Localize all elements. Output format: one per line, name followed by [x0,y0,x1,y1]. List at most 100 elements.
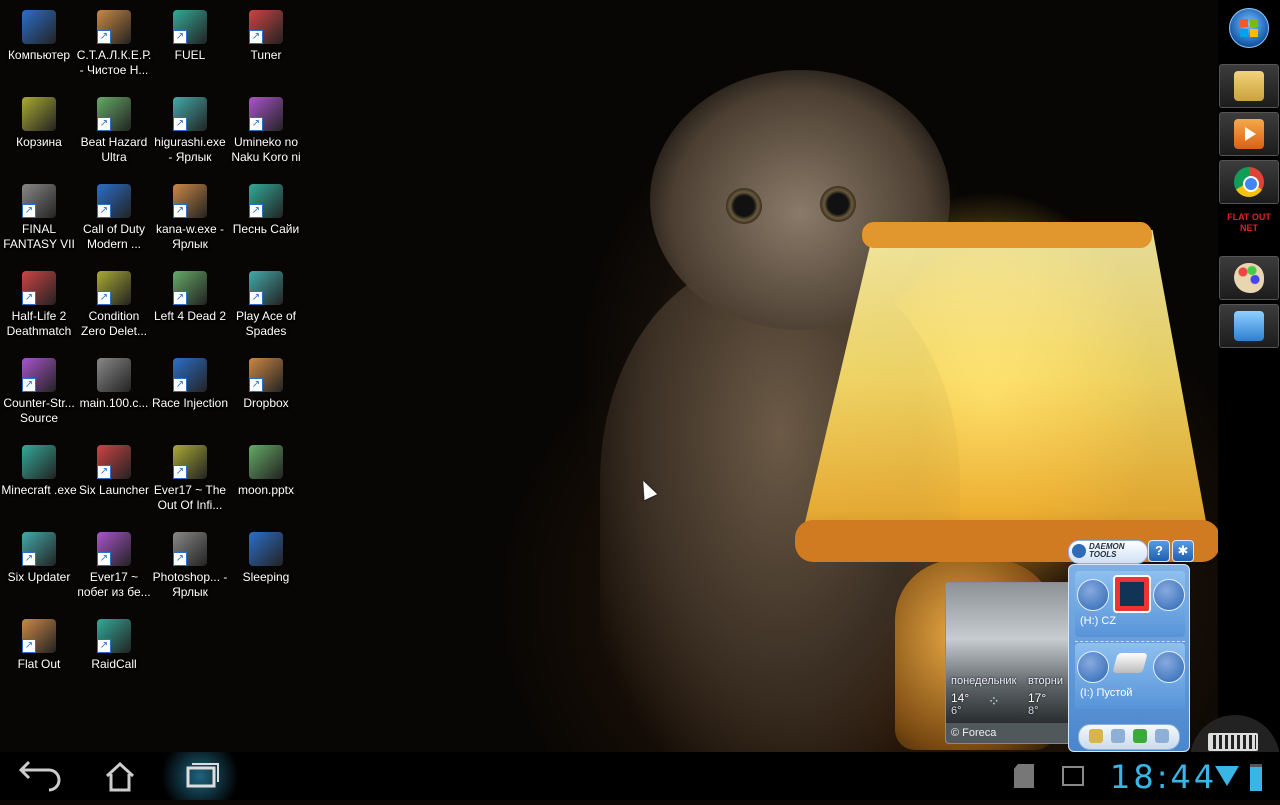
desktop-icon-label: Race Injection [151,396,229,410]
daemon-header: DAEMON TOOLS ? ✱ [1066,538,1194,564]
shortcut-arrow-icon: ↗ [97,30,111,44]
desktop-icon[interactable]: ↗ FINAL FANTASY VII [0,178,78,252]
desktop-icon[interactable]: ↗ Ever17 ~ побег из бе... [75,526,153,600]
sidebar-item-chrome[interactable] [1219,160,1279,204]
desktop-icon[interactable]: moon.pptx [227,439,305,498]
desktop-icon[interactable]: ↗ Six Updater [0,526,78,585]
desktop-icon[interactable]: ↗ Six Launcher [75,439,153,498]
call-of-duty-icon: ↗ [97,184,131,218]
counter-strike-icon: ↗ [22,358,56,392]
help-button[interactable]: ? [1148,540,1170,562]
desktop-icon[interactable]: ↗ Tuner [227,4,305,63]
rain-icon: ⁘ [988,693,1000,709]
sidebar-item-flatout[interactable]: FLAT OUT NET [1226,210,1272,246]
image-catalog-icon[interactable] [1111,729,1125,743]
shortcut-arrow-icon: ↗ [97,552,111,566]
lock-icon[interactable] [1089,729,1103,743]
desktop-icon[interactable]: ↗ Counter-Str... Source [0,352,78,426]
desktop-icon[interactable]: ↗ Umineko no Naku Koro ni [227,91,305,165]
desktop-icon[interactable]: ↗ Half-Life 2 Deathmatch [0,265,78,339]
desktop-icon-label: Ever17 ~ The Out Of Infi... [153,483,227,512]
desktop-icon[interactable]: ↗ Песнь Сайи [227,178,305,237]
tuner-icon: ↗ [249,10,283,44]
shortcut-arrow-icon: ↗ [249,204,263,218]
settings-sparkle-icon[interactable]: ✱ [1172,540,1194,562]
desktop-icon[interactable]: Minecraft .exe [0,439,78,498]
palette-icon [1234,263,1264,293]
battery-icon[interactable] [1250,764,1262,791]
desktop-icon[interactable]: Sleeping [227,526,305,585]
desktop-icon[interactable]: ↗ kana-w.exe - Ярлык [151,178,229,252]
home-button[interactable] [85,752,155,800]
pptx-icon [249,445,283,479]
back-icon [18,760,61,792]
drive-manager-icon[interactable] [1155,729,1169,743]
drive-settings-icon[interactable] [1153,579,1185,611]
desktop-icon[interactable]: ↗ higurashi.exe - Ярлык [151,91,229,165]
clock[interactable]: 18:44 [1110,758,1217,796]
desktop-icon[interactable]: Компьютер [0,4,78,63]
umineko-icon: ↗ [249,97,283,131]
desktop-icon[interactable]: ↗ Race Injection [151,352,229,411]
weather-widget[interactable]: понедельник вторни 14° 6° ⁘ 17° 8° © For… [945,582,1069,744]
weather-day: понедельник [951,675,1017,687]
recent-apps-button[interactable] [150,752,250,800]
virtual-drive-i[interactable]: (I:) Пустой [1075,643,1185,709]
desktop-icon[interactable]: ↗ Photoshop... - Ярлык [151,526,229,600]
mount-play-icon[interactable] [1077,651,1109,683]
drive-settings-icon[interactable] [1153,651,1185,683]
desktop-icon[interactable]: ↗ FUEL [151,4,229,63]
home-icon [105,761,135,792]
computer-icon [22,10,56,44]
archive-icon [97,358,131,392]
desktop-icon[interactable]: ↗ Left 4 Dead 2 [151,265,229,324]
daemon-toolbar [1078,724,1180,750]
shortcut-arrow-icon: ↗ [249,30,263,44]
sidebar-item-explorer[interactable] [1219,64,1279,108]
control-panel-icon [1234,311,1264,341]
desktop-icon[interactable]: main.100.c... [75,352,153,411]
mount-play-icon[interactable] [1077,579,1109,611]
daemon-tools-gadget[interactable]: DAEMON TOOLS ? ✱ (H:) CZ (I:) Пустой [1066,538,1194,752]
shortcut-arrow-icon: ↗ [173,465,187,479]
windows-orb-icon[interactable] [1229,8,1269,48]
desktop-icon-label: Ever17 ~ побег из бе... [77,570,151,599]
desktop-icon[interactable]: Корзина [0,91,78,150]
desktop-icon[interactable]: ↗ Flat Out [0,613,78,672]
sidebar-item-media-player[interactable] [1219,112,1279,156]
ever17-icon: ↗ [173,445,207,479]
desktop-icon[interactable]: ↗ Condition Zero Delet... [75,265,153,339]
wallpaper-lamp-fringe [862,222,1152,248]
dropbox-icon: ↗ [249,358,283,392]
gallery-icon[interactable] [1062,766,1084,786]
desktop-icon[interactable]: ↗ С.Т.А.Л.К.Е.Р. - Чистое Н... [75,4,153,78]
sd-card-icon[interactable] [1014,764,1034,788]
shortcut-arrow-icon: ↗ [173,30,187,44]
wifi-icon[interactable] [1215,766,1239,786]
six-launcher-icon: ↗ [97,445,131,479]
back-button[interactable] [5,752,75,800]
sidebar-item-paint[interactable] [1219,256,1279,300]
desktop-icon[interactable]: ↗ Beat Hazard Ultra [75,91,153,165]
drive-divider [1075,641,1185,642]
condition-zero-icon: ↗ [97,271,131,305]
desktop-icon[interactable]: ↗ Dropbox [227,352,305,411]
kana-icon: ↗ [173,184,207,218]
desktop-icon-label: Call of Duty Modern ... [82,222,146,251]
desktop-icon-label: Sleeping [242,570,290,584]
add-drive-icon[interactable] [1133,729,1147,743]
weather-high: 14° [951,691,970,705]
shortcut-arrow-icon: ↗ [97,639,111,653]
desktop-icon-label: higurashi.exe - Ярлык [154,135,226,164]
desktop-icon[interactable]: ↗ Ever17 ~ The Out Of Infi... [151,439,229,513]
desktop-icon[interactable]: ↗ Call of Duty Modern ... [75,178,153,252]
drive-label: (I:) Пустой [1080,687,1133,699]
desktop-icon-label: kana-w.exe - Ярлык [155,222,225,251]
drive-label: (H:) CZ [1080,615,1117,627]
sidebar-item-control-panel[interactable] [1219,304,1279,348]
shortcut-arrow-icon: ↗ [173,204,187,218]
virtual-drive-h[interactable]: (H:) CZ [1075,571,1185,637]
media-player-icon [1234,119,1264,149]
desktop-icon[interactable]: ↗ Play Ace of Spades [227,265,305,339]
desktop-icon[interactable]: ↗ RaidCall [75,613,153,672]
